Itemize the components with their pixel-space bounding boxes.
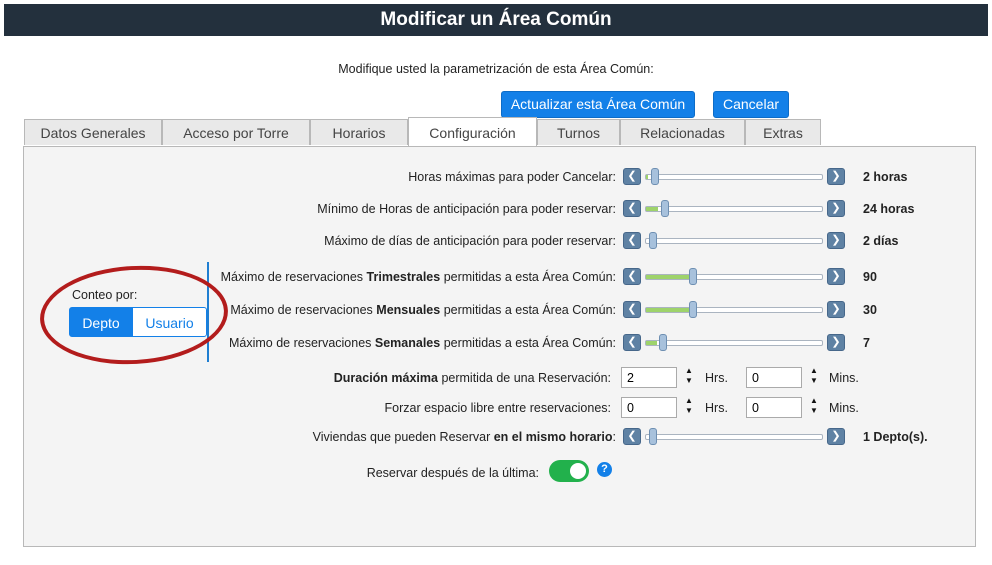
slider-label: Mínimo de Horas de anticipación para pod… [317, 202, 616, 216]
toggle-knob [570, 463, 586, 479]
forzar-mins-input[interactable] [746, 397, 802, 418]
slider-label: Máximo de reservaciones Mensuales permit… [230, 303, 616, 317]
mins-unit: Mins. [829, 371, 859, 385]
slider-value: 2 días [863, 234, 899, 248]
duracion-mins-input[interactable] [746, 367, 802, 388]
chevron-left-icon[interactable]: ❮ [623, 232, 641, 249]
forzar-label: Forzar espacio libre entre reservaciones… [384, 401, 612, 415]
slider-label: Viviendas que pueden Reservar en el mism… [312, 430, 616, 444]
slider-value: 90 [863, 270, 877, 284]
update-area-button[interactable]: Actualizar esta Área Común [501, 91, 695, 118]
slider-fill [646, 275, 689, 279]
up-down-arrows-icon[interactable]: ▲ ▼ [809, 396, 819, 418]
chevron-right-icon[interactable]: ❯ [827, 268, 845, 285]
slider-track[interactable] [645, 307, 823, 313]
tab-extras[interactable]: Extras [745, 119, 821, 145]
chevron-right-icon[interactable]: ❯ [827, 428, 845, 445]
slider-thumb[interactable] [651, 168, 659, 185]
slider-thumb[interactable] [659, 334, 667, 351]
tab-acceso-por-torre[interactable]: Acceso por Torre [162, 119, 310, 145]
slider-fill [646, 308, 689, 312]
slider-fill [646, 341, 657, 345]
tab-datos-generales[interactable]: Datos Generales [24, 119, 162, 145]
slider-thumb[interactable] [661, 200, 669, 217]
chevron-left-icon[interactable]: ❮ [623, 334, 641, 351]
chevron-right-icon[interactable]: ❯ [827, 301, 845, 318]
slider-label: Máximo de días de anticipación para pode… [324, 234, 616, 248]
reservar-despues-toggle[interactable] [549, 460, 589, 482]
slider-fill [646, 207, 658, 211]
chevron-left-icon[interactable]: ❮ [623, 168, 641, 185]
slider-label: Horas máximas para poder Cancelar: [408, 170, 616, 184]
chevron-left-icon[interactable]: ❮ [623, 301, 641, 318]
tab-relacionadas[interactable]: Relacionadas [620, 119, 745, 145]
duracion-hrs-input[interactable] [621, 367, 677, 388]
tab-configuracion[interactable]: Configuración [408, 117, 537, 146]
question-circle-icon[interactable]: ? [597, 462, 612, 477]
slider-label: Máximo de reservaciones Semanales permit… [228, 336, 616, 350]
slider-track[interactable] [645, 238, 823, 244]
hrs-unit: Hrs. [705, 371, 728, 385]
tab-turnos[interactable]: Turnos [537, 119, 620, 145]
hrs-unit: Hrs. [705, 401, 728, 415]
duracion-label: Duración máxima permitida de una Reserva… [333, 371, 611, 385]
slider-value: 2 horas [863, 170, 908, 184]
up-down-arrows-icon[interactable]: ▲ ▼ [809, 366, 819, 388]
slider-value: 30 [863, 303, 877, 317]
slider-value: 24 horas [863, 202, 915, 216]
mins-unit: Mins. [829, 401, 859, 415]
slider-track[interactable] [645, 174, 823, 180]
slider-thumb[interactable] [649, 232, 657, 249]
up-down-arrows-icon[interactable]: ▲ ▼ [684, 366, 694, 388]
slider-fill [646, 175, 648, 179]
tab-horarios[interactable]: Horarios [310, 119, 408, 145]
slider-track[interactable] [645, 434, 823, 440]
chevron-right-icon[interactable]: ❯ [827, 232, 845, 249]
cancel-button[interactable]: Cancelar [713, 91, 789, 118]
chevron-right-icon[interactable]: ❯ [827, 200, 845, 217]
chevron-left-icon[interactable]: ❮ [623, 200, 641, 217]
chevron-left-icon[interactable]: ❮ [623, 268, 641, 285]
chevron-right-icon[interactable]: ❯ [827, 334, 845, 351]
slider-track[interactable] [645, 206, 823, 212]
forzar-hrs-input[interactable] [621, 397, 677, 418]
slider-thumb[interactable] [649, 428, 657, 445]
chevron-left-icon[interactable]: ❮ [623, 428, 641, 445]
up-down-arrows-icon[interactable]: ▲ ▼ [684, 396, 694, 418]
page-subtitle: Modifique usted la parametrización de es… [338, 62, 654, 76]
slider-track[interactable] [645, 340, 823, 346]
slider-value: 1 Depto(s). [863, 430, 928, 444]
chevron-right-icon[interactable]: ❯ [827, 168, 845, 185]
page-title: Modificar un Área Común [4, 4, 988, 36]
slider-thumb[interactable] [689, 301, 697, 318]
reservar-despues-label: Reservar después de la última: [366, 466, 539, 480]
slider-label: Máximo de reservaciones Trimestrales per… [220, 270, 616, 284]
slider-track[interactable] [645, 274, 823, 280]
slider-value: 7 [863, 336, 870, 350]
slider-thumb[interactable] [689, 268, 697, 285]
